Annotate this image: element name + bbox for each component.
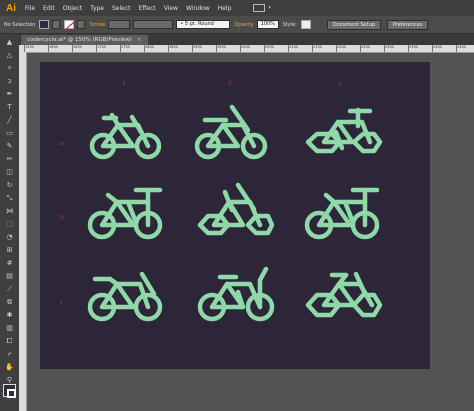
lasso-tool-icon[interactable]: ↄ <box>4 76 16 86</box>
pen-tool-icon[interactable]: ✒ <box>4 89 16 99</box>
fill-dropdown[interactable] <box>52 20 61 29</box>
rotate-tool-icon[interactable]: ↻ <box>4 180 16 190</box>
ruler-tick-label: 2000 <box>240 45 250 52</box>
ruler-tick-label: 2400 <box>432 45 442 52</box>
ruler-tick-label: 1750 <box>120 45 130 52</box>
control-bar: No Selection Stroke • 5 pt. Round Opacit… <box>0 16 474 34</box>
menu-type[interactable]: Type <box>90 5 104 12</box>
ruler-tick-label: 2300 <box>384 45 394 52</box>
document-tab[interactable]: codercycle.ai* @ 150% (RGB/Preview) × <box>21 35 148 45</box>
eraser-tool-icon[interactable]: ◫ <box>4 167 16 177</box>
tools-panel: ▲ △ ✧ ↄ ✒ T ╱ ▭ ✎ ✏ ◫ ↻ ⤡ ⋈ ⬚ ◔ ⊞ # ▤ ⟋ … <box>0 34 19 411</box>
width-tool-icon[interactable]: ⋈ <box>4 206 16 216</box>
bicycle-1c-icon <box>87 271 163 322</box>
ruler-tick-label: 1950 <box>216 45 226 52</box>
bicycle-2c-icon <box>197 266 275 322</box>
menu-file[interactable]: File <box>25 5 35 12</box>
bicycle-icons-artwork <box>87 104 383 322</box>
scale-tool-icon[interactable]: ⤡ <box>4 193 16 203</box>
stroke-label[interactable]: Stroke <box>89 22 105 28</box>
line-tool-icon[interactable]: ╱ <box>4 115 16 125</box>
illustrator-logo: Ai <box>6 2 16 14</box>
arrange-documents-icon <box>253 4 266 12</box>
eyedropper-tool-icon[interactable]: ⟋ <box>4 284 16 294</box>
horizontal-ruler[interactable]: 1550 1600 1650 1700 1750 1800 1850 1900 1950 2000… <box>19 45 474 53</box>
ruler-tick-label: 1550 <box>24 45 34 52</box>
paintbrush-tool-icon[interactable]: ✎ <box>4 141 16 151</box>
ruler-tick-label: 2200 <box>336 45 346 52</box>
menu-bar: Ai File Edit Object Type Select Effect V… <box>0 0 474 16</box>
menu-effect[interactable]: Effect <box>139 5 156 12</box>
menu-help[interactable]: Help <box>218 5 232 12</box>
opacity-value: 100% <box>260 21 275 27</box>
perspective-grid-tool-icon[interactable]: ⊞ <box>4 245 16 255</box>
menu-window[interactable]: Window <box>186 5 210 12</box>
stroke-swatch[interactable] <box>64 20 75 29</box>
preferences-button[interactable]: Preferences <box>386 19 429 30</box>
menu-select[interactable]: Select <box>112 5 131 12</box>
stroke-weight-field[interactable] <box>108 20 131 29</box>
magic-wand-tool-icon[interactable]: ✧ <box>4 63 16 73</box>
ruler-tick-label: 1650 <box>72 45 82 52</box>
opacity-label[interactable]: Opacity <box>234 22 253 28</box>
bicycle-3b-icon <box>304 187 380 240</box>
stroke-color-box[interactable] <box>7 389 16 398</box>
chevron-down-icon: ▾ <box>268 5 271 11</box>
gradient-tool-icon[interactable]: ▤ <box>4 271 16 281</box>
bicycle-3c-icon <box>305 271 383 318</box>
ruler-tick-label: 2450 <box>456 45 466 52</box>
document-setup-button[interactable]: Document Setup <box>326 19 381 30</box>
ruler-tick-label: 2350 <box>408 45 418 52</box>
brush-label: 5 pt. Round <box>184 21 214 27</box>
fill-swatch[interactable] <box>39 20 50 29</box>
menu-edit[interactable]: Edit <box>43 5 55 12</box>
selection-tool-icon[interactable]: ▲ <box>4 37 16 47</box>
variable-width-profile[interactable] <box>133 20 174 29</box>
bicycle-2a-icon <box>194 104 268 160</box>
document-tab-bar: codercycle.ai* @ 150% (RGB/Preview) × <box>19 34 474 45</box>
selection-status: No Selection <box>4 21 36 28</box>
ruler-tick-label: 2250 <box>360 45 370 52</box>
slice-tool-icon[interactable]: ⌿ <box>4 349 16 359</box>
bicycle-3a-icon <box>305 107 383 154</box>
brush-definition[interactable]: • 5 pt. Round <box>176 20 231 29</box>
brush-dot-icon: • <box>180 21 184 27</box>
ruler-tick-label: 2050 <box>264 45 274 52</box>
ruler-tick-label: 1800 <box>144 45 154 52</box>
bicycle-1b-icon <box>87 187 163 240</box>
ruler-tick-label: 2100 <box>288 45 298 52</box>
menu-object[interactable]: Object <box>63 5 83 12</box>
hand-tool-icon[interactable]: ✋ <box>4 362 16 372</box>
ruler-tick-label: 1700 <box>96 45 106 52</box>
pencil-tool-icon[interactable]: ✏ <box>4 154 16 164</box>
mesh-tool-icon[interactable]: # <box>4 258 16 268</box>
bicycle-2b-icon <box>197 182 275 236</box>
ruler-tick-label: 1850 <box>168 45 178 52</box>
blend-tool-icon[interactable]: ⧉ <box>4 297 16 307</box>
artboard[interactable]: 1 2 3 a b c <box>40 62 430 369</box>
shape-builder-tool-icon[interactable]: ◔ <box>4 232 16 242</box>
bicycle-1a-icon <box>89 112 162 160</box>
style-swatch[interactable] <box>300 20 311 29</box>
menu-view[interactable]: View <box>164 5 178 12</box>
stroke-dropdown[interactable] <box>77 20 86 29</box>
vertical-ruler[interactable] <box>19 52 27 411</box>
document-tab-title: codercycle.ai* @ 150% (RGB/Preview) <box>27 37 132 43</box>
opacity-field[interactable]: 100% <box>256 20 279 29</box>
type-tool-icon[interactable]: T <box>4 102 16 112</box>
artboard-tool-icon[interactable]: ⧠ <box>4 336 16 346</box>
arrange-documents[interactable]: ▾ <box>253 4 271 12</box>
direct-selection-tool-icon[interactable]: △ <box>4 50 16 60</box>
style-label: Style: <box>282 21 297 28</box>
ruler-tick-label: 1600 <box>48 45 58 52</box>
free-transform-tool-icon[interactable]: ⬚ <box>4 219 16 229</box>
symbol-sprayer-tool-icon[interactable]: ✱ <box>4 310 16 320</box>
close-icon[interactable]: × <box>137 37 142 43</box>
ruler-tick-label: 1900 <box>192 45 202 52</box>
ruler-tick-label: 2150 <box>312 45 322 52</box>
column-graph-tool-icon[interactable]: ▥ <box>4 323 16 333</box>
rectangle-tool-icon[interactable]: ▭ <box>4 128 16 138</box>
